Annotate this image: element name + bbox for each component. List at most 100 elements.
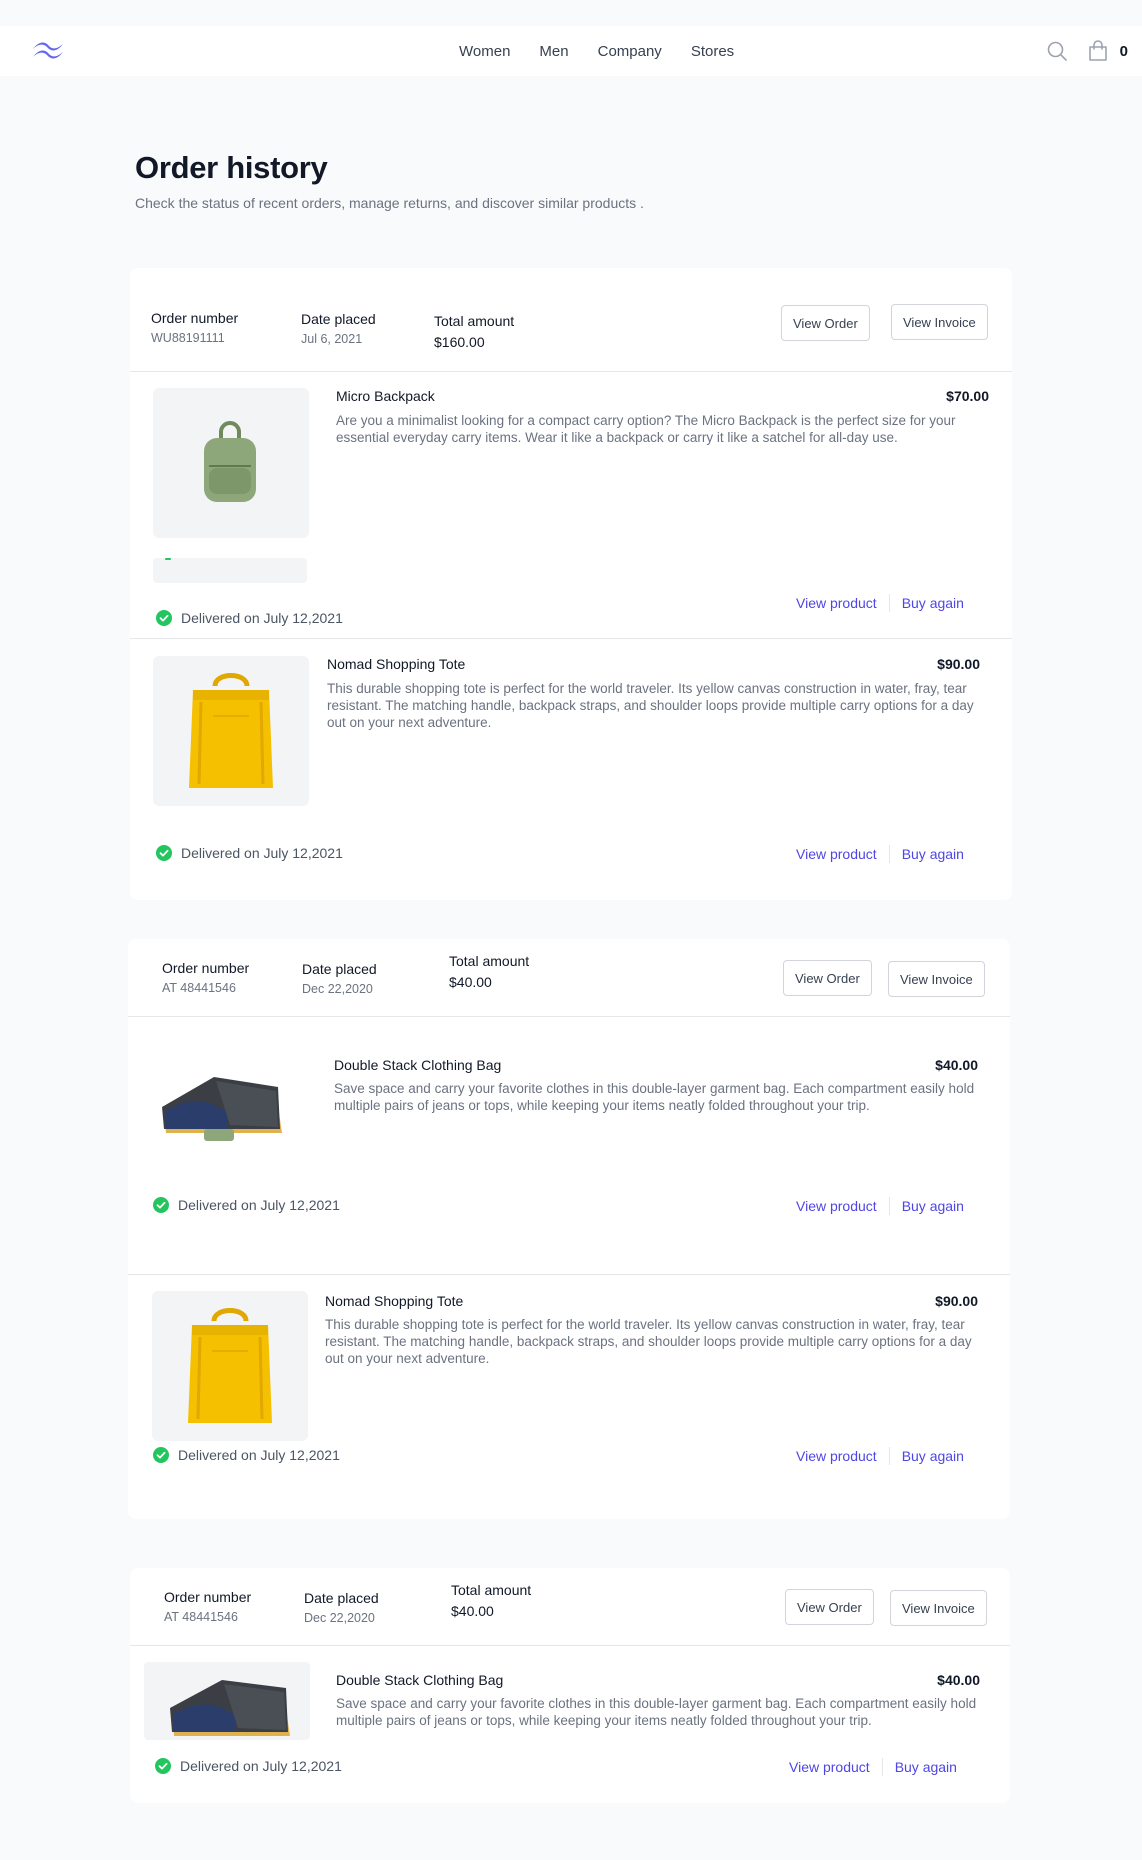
total-amount-group: Total amount $40.00 xyxy=(451,1582,531,1619)
delivery-status: Delivered on July 12,2021 xyxy=(155,1758,342,1774)
product-name: Double Stack Clothing Bag xyxy=(336,1672,504,1688)
order-item: Nomad Shopping Tote $90.00 This durable … xyxy=(128,1274,1010,1519)
divider xyxy=(888,845,890,863)
page-subtitle: Check the status of recent orders, manag… xyxy=(135,195,644,211)
clothing-bag-icon xyxy=(162,1077,282,1141)
delivery-progress-fill xyxy=(165,558,171,560)
order-header: Order number AT 48441546 Date placed Dec… xyxy=(128,939,1010,1017)
date-placed-label: Date placed xyxy=(302,961,377,977)
product-price: $40.00 xyxy=(935,1057,978,1073)
order-number-group: Order number AT 48441546 xyxy=(164,1589,251,1624)
check-circle-icon xyxy=(153,1447,169,1463)
clothing-bag-icon xyxy=(170,1680,290,1736)
item-actions: View product Buy again xyxy=(796,1447,964,1465)
product-description: Are you a minimalist looking for a compa… xyxy=(336,413,956,445)
total-amount-label: Total amount xyxy=(451,1582,532,1598)
shopping-bag-icon[interactable] xyxy=(1088,40,1108,62)
order-item: Micro Backpack $70.00 Are you a minimali… xyxy=(130,372,1012,638)
product-price: $40.00 xyxy=(937,1672,980,1688)
date-placed-group: Date placed Jul 6, 2021 xyxy=(301,311,376,346)
divider xyxy=(881,1758,883,1776)
nav-link-women[interactable]: Women xyxy=(459,43,510,60)
date-placed-label: Date placed xyxy=(304,1590,379,1606)
cart-count[interactable]: 0 xyxy=(1120,43,1128,60)
view-product-link[interactable]: View product xyxy=(796,846,877,862)
product-image[interactable] xyxy=(152,1291,308,1441)
total-amount-label: Total amount xyxy=(449,953,530,969)
product-price: $70.00 xyxy=(946,388,989,404)
nav-link-men[interactable]: Men xyxy=(539,43,568,60)
total-amount-group: Total amount $40.00 xyxy=(449,953,529,990)
product-price: $90.00 xyxy=(937,656,980,672)
total-amount-value: $40.00 xyxy=(451,1603,494,1619)
buy-again-link[interactable]: Buy again xyxy=(895,1759,957,1775)
nav-link-stores[interactable]: Stores xyxy=(691,43,734,60)
date-placed-value: Jul 6, 2021 xyxy=(301,332,363,346)
item-actions: View product Buy again xyxy=(796,594,964,612)
yellow-tote-icon xyxy=(189,673,273,788)
order-number-label: Order number xyxy=(162,960,250,976)
total-amount-label: Total amount xyxy=(434,313,515,329)
order-number-group: Order number WU88191111 xyxy=(151,310,238,345)
item-actions: View product Buy again xyxy=(796,1197,964,1215)
order-card: Order number WU88191111 Date placed Jul … xyxy=(130,268,1012,900)
divider xyxy=(888,1447,890,1465)
order-number-value: AT 48441546 xyxy=(162,981,236,995)
product-image[interactable] xyxy=(153,388,309,538)
total-amount-value: $40.00 xyxy=(449,974,492,990)
product-image[interactable] xyxy=(158,1067,293,1157)
item-actions: View product Buy again xyxy=(789,1758,957,1776)
delivery-status-text: Delivered on July 12,2021 xyxy=(180,1758,342,1774)
green-backpack-icon xyxy=(204,421,256,502)
buy-again-link[interactable]: Buy again xyxy=(902,846,964,862)
view-product-link[interactable]: View product xyxy=(796,595,877,611)
view-order-button[interactable]: View Order xyxy=(785,1589,874,1625)
check-circle-icon xyxy=(155,1758,171,1774)
view-order-button[interactable]: View Order xyxy=(783,960,872,996)
divider xyxy=(888,1197,890,1215)
check-circle-icon xyxy=(156,845,172,861)
view-order-button[interactable]: View Order xyxy=(781,305,870,341)
view-product-link[interactable]: View product xyxy=(796,1198,877,1214)
nav-link-company[interactable]: Company xyxy=(598,43,662,60)
top-navbar: Women Men Company Stores 0 xyxy=(0,26,1142,76)
delivery-status: Delivered on July 12,2021 xyxy=(156,610,343,626)
buy-again-link[interactable]: Buy again xyxy=(902,595,964,611)
view-product-link[interactable]: View product xyxy=(789,1759,870,1775)
total-amount-value: $160.00 xyxy=(434,334,485,350)
view-product-link[interactable]: View product xyxy=(796,1448,877,1464)
product-name: Double Stack Clothing Bag xyxy=(334,1057,502,1073)
order-item: Double Stack Clothing Bag $40.00 Save sp… xyxy=(130,1646,1010,1803)
view-invoice-button[interactable]: View Invoice xyxy=(890,1590,987,1626)
delivery-status: Delivered on July 12,2021 xyxy=(153,1197,340,1213)
product-price: $90.00 xyxy=(935,1293,978,1309)
order-number-label: Order number xyxy=(164,1589,252,1605)
product-name: Nomad Shopping Tote xyxy=(327,656,466,672)
delivery-status-text: Delivered on July 12,2021 xyxy=(181,845,343,861)
order-number-value: AT 48441546 xyxy=(164,1610,238,1624)
product-image[interactable] xyxy=(144,1662,310,1740)
product-image[interactable] xyxy=(153,656,309,806)
buy-again-link[interactable]: Buy again xyxy=(902,1448,964,1464)
search-icon[interactable] xyxy=(1046,40,1068,62)
order-card: Order number AT 48441546 Date placed Dec… xyxy=(128,939,1010,1519)
check-circle-icon xyxy=(153,1197,169,1213)
delivery-status-text: Delivered on July 12,2021 xyxy=(178,1447,340,1463)
product-description: Save space and carry your favorite cloth… xyxy=(336,1696,977,1728)
view-invoice-button[interactable]: View Invoice xyxy=(888,961,985,997)
order-number-value: WU88191111 xyxy=(151,331,225,345)
order-header: Order number WU88191111 Date placed Jul … xyxy=(130,268,1012,372)
delivery-status-text: Delivered on July 12,2021 xyxy=(178,1197,340,1213)
buy-again-link[interactable]: Buy again xyxy=(902,1198,964,1214)
order-item: Nomad Shopping Tote $90.00 This durable … xyxy=(130,638,1012,900)
product-description: Save space and carry your favorite cloth… xyxy=(334,1081,975,1113)
view-invoice-button[interactable]: View Invoice xyxy=(891,304,988,340)
product-description: This durable shopping tote is perfect fo… xyxy=(327,681,974,730)
main-nav: Women Men Company Stores xyxy=(459,26,763,76)
product-name: Nomad Shopping Tote xyxy=(325,1293,464,1309)
logo-icon[interactable] xyxy=(31,40,65,65)
delivery-status-text: Delivered on July 12,2021 xyxy=(181,610,343,626)
date-placed-label: Date placed xyxy=(301,311,376,327)
check-circle-icon xyxy=(156,610,172,626)
divider xyxy=(888,594,890,612)
